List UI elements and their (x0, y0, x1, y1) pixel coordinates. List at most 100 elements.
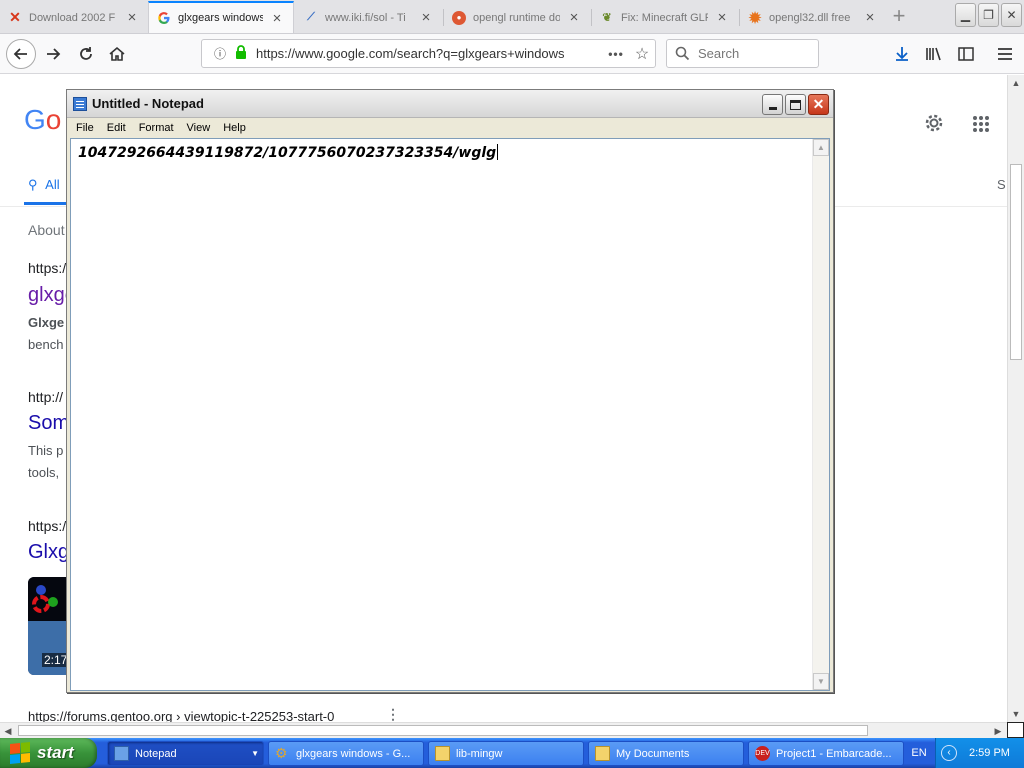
scroll-down-icon[interactable]: ▼ (1008, 706, 1024, 722)
maximize-icon (790, 99, 801, 110)
taskbar-item-firefox[interactable]: ⚙ glxgears windows - G... (268, 741, 424, 766)
tab-close-icon[interactable]: × (124, 9, 140, 26)
text-value: 1047292664439119872/1077756070237323354/… (78, 145, 497, 161)
taskbar-item-my-documents[interactable]: My Documents (588, 741, 744, 766)
url-text[interactable]: https://www.google.com/search?q=glxgears… (256, 46, 603, 61)
tab-opengl-runtime[interactable]: ● opengl runtime do × (444, 2, 590, 33)
red-gear-icon (32, 595, 50, 613)
scroll-up-icon[interactable]: ▲ (1008, 75, 1024, 91)
tab-label: www.iki.fi/sol - Ti (325, 11, 406, 24)
google-logo[interactable]: Go (24, 104, 61, 136)
tab-tools-partial[interactable]: S (997, 177, 1006, 192)
tab-close-icon[interactable]: × (566, 9, 582, 26)
result-title[interactable]: Glxg (28, 541, 69, 564)
scrollbar-corner (1007, 722, 1024, 738)
scroll-right-icon[interactable]: ▶ (990, 723, 1006, 739)
scroll-left-icon[interactable]: ◀ (0, 723, 16, 739)
results-stats: About (28, 222, 65, 238)
tab-close-icon[interactable]: × (714, 9, 730, 26)
menu-help[interactable]: Help (218, 122, 251, 134)
sidebar-button[interactable] (952, 40, 980, 68)
page-actions-icon[interactable]: ••• (603, 47, 629, 61)
info-icon[interactable]: ⓘ (208, 45, 232, 62)
tray-collapse-icon[interactable]: ‹ (941, 745, 957, 761)
maximize-button[interactable] (785, 94, 806, 115)
back-button[interactable] (6, 39, 36, 69)
tab-all-underline (24, 202, 68, 205)
tab-glxgears-windows[interactable]: glxgears windows × (148, 1, 294, 33)
folder-icon (435, 746, 450, 761)
close-button[interactable]: ✕ (808, 94, 829, 115)
menu-view[interactable]: View (182, 122, 216, 134)
settings-gear-icon[interactable] (923, 112, 945, 134)
library-button[interactable] (920, 40, 948, 68)
arrow-left-icon (13, 48, 27, 60)
tab-close-icon[interactable]: × (269, 10, 285, 27)
notepad-window[interactable]: Untitled - Notepad ✕ File Edit Format Vi… (66, 89, 834, 693)
tab-label: glxgears windows (178, 12, 263, 24)
page-horizontal-scrollbar[interactable]: ◀ ▶ (0, 722, 1007, 738)
more-options-icon[interactable]: ⋮ (386, 706, 400, 722)
leaf-icon: ❦ (602, 12, 612, 24)
video-duration: 2:17 (42, 653, 68, 667)
tab-minecraft-glfw[interactable]: ❦ Fix: Minecraft GLF × (592, 2, 738, 33)
tab-iki-sol[interactable]: ⟋ www.iki.fi/sol - Ti × (296, 2, 442, 33)
glxgears-icon: ⚙ (275, 745, 288, 761)
menu-button[interactable] (991, 40, 1019, 68)
clock[interactable]: 2:59 PM (969, 747, 1010, 759)
tab-close-icon[interactable]: × (418, 9, 434, 26)
tab-opengl32-dll[interactable]: ✹ opengl32.dll free × (740, 2, 886, 33)
notepad-icon (73, 97, 87, 111)
notepad-vertical-scrollbar[interactable]: ▲ ▼ (812, 139, 829, 690)
scroll-down-icon[interactable]: ▼ (813, 673, 829, 690)
result-url[interactable]: https://forums.gentoo.org › viewtopic-t-… (28, 709, 334, 722)
duckduckgo-icon: ● (452, 10, 466, 25)
taskbar-item-notepad[interactable]: Notepad ▼ (107, 741, 264, 766)
taskbar-item-embarcadero[interactable]: DEV Project1 - Embarcade... (748, 741, 904, 766)
notepad-menu-bar: File Edit Format View Help (67, 118, 833, 138)
embarcadero-icon: DEV (755, 746, 770, 761)
menu-format[interactable]: Format (134, 122, 179, 134)
taskbar-item-label: Project1 - Embarcade... (776, 747, 892, 760)
language-indicator[interactable]: EN (906, 745, 932, 762)
start-button[interactable]: start (0, 738, 97, 768)
taskbar-item-lib-mingw[interactable]: lib-mingw (428, 741, 584, 766)
tab-label: Fix: Minecraft GLF (621, 11, 708, 24)
search-input[interactable]: Search (666, 39, 819, 68)
notepad-text-area[interactable]: 1047292664439119872/1077756070237323354/… (70, 138, 830, 691)
url-bar[interactable]: ⓘ https://www.google.com/search?q=glxgea… (201, 39, 656, 68)
tab-close-icon[interactable]: × (862, 9, 878, 26)
minimize-button[interactable]: ▁ (955, 3, 976, 27)
result-title[interactable]: Som (28, 412, 69, 435)
page-vertical-scrollbar[interactable]: ▲ ▼ (1007, 75, 1024, 722)
sol-icon: ⟋ (307, 11, 315, 23)
home-button[interactable] (103, 40, 131, 68)
forward-button[interactable] (39, 40, 67, 68)
result-url[interactable]: http:// (28, 389, 63, 405)
notepad-title-bar[interactable]: Untitled - Notepad ✕ (67, 90, 833, 118)
scrollbar-thumb[interactable] (18, 725, 868, 736)
result-url[interactable]: https:/ (28, 518, 66, 534)
result-url[interactable]: https:/ (28, 260, 66, 276)
minimize-button[interactable] (762, 94, 783, 115)
bookmark-star-icon[interactable]: ☆ (629, 44, 655, 64)
menu-file[interactable]: File (71, 122, 99, 134)
tab-download-2002[interactable]: ✕ Download 2002 F × (0, 2, 148, 33)
apps-grid-icon[interactable] (972, 115, 990, 133)
close-button[interactable]: ✕ (1001, 3, 1022, 27)
scroll-up-icon[interactable]: ▲ (813, 139, 829, 156)
tab-all[interactable]: ⚲ All (28, 177, 60, 193)
new-tab-button[interactable]: + (886, 4, 912, 30)
folder-icon (595, 746, 610, 761)
video-thumbnail[interactable]: 2:17 (28, 577, 68, 675)
search-placeholder: Search (698, 46, 740, 61)
text-content[interactable]: 1047292664439119872/1077756070237323354/… (78, 144, 499, 161)
menu-edit[interactable]: Edit (102, 122, 131, 134)
taskbar-item-label: Notepad (135, 747, 177, 760)
download-icon (896, 47, 908, 61)
restore-button[interactable]: ❐ (978, 3, 999, 27)
reload-button[interactable] (72, 40, 100, 68)
scrollbar-thumb[interactable] (1010, 164, 1022, 360)
downloads-button[interactable] (888, 40, 916, 68)
lock-icon[interactable] (232, 45, 250, 62)
